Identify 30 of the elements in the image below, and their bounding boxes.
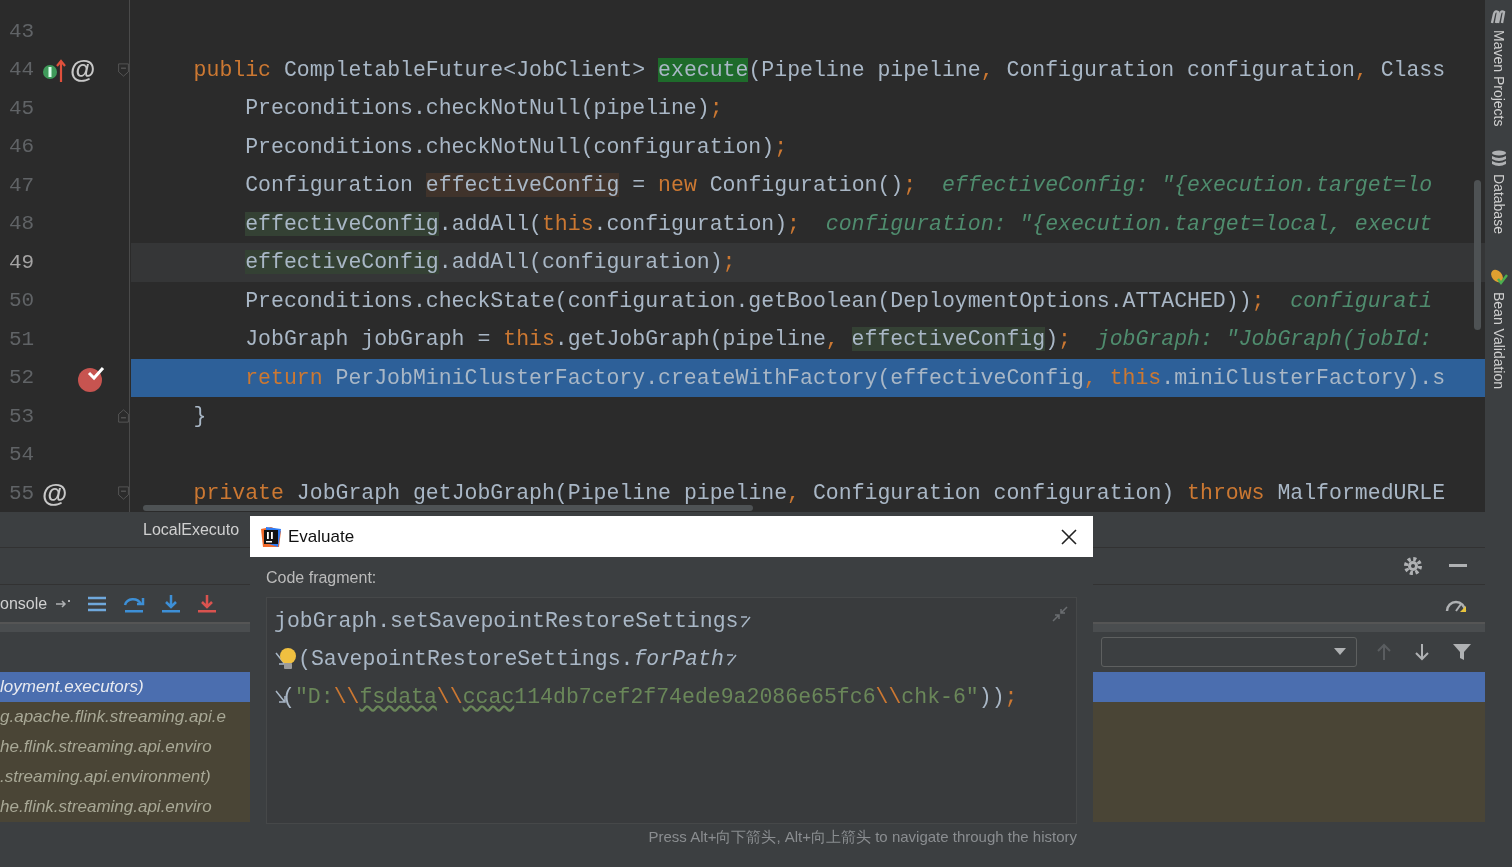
code-line: (SavepointRestoreSettings.forPath (298, 647, 724, 671)
line-number: 53 (8, 404, 36, 428)
field-label: Code fragment: (266, 569, 377, 587)
line-number: 55 (8, 481, 36, 505)
code-line: Preconditions.checkNotNull(pipeline); (245, 96, 723, 121)
code-line: private JobGraph getJobGraph(Pipeline pipeline, Configuration configuration) throws MalformedURLE (193, 481, 1446, 506)
code-line: public CompletableFuture<JobClient> execute(Pipeline pipeline, Configuration configuration, Class (193, 57, 1446, 82)
code-line: JobGraph jobGraph = this.getJobGraph(pipeline, effectiveConfig); jobGraph: "JobGraph(jobId: (245, 327, 1433, 352)
code-line: } (193, 404, 207, 429)
code-line: effectiveConfig.addAll(this.configuration); configuration: "{execution.target=local, execut (245, 211, 1433, 236)
line-number: 49 (8, 250, 36, 274)
line-number: 50 (8, 289, 36, 313)
line-number: 48 (8, 212, 36, 236)
dialog-title: Evaluate (288, 526, 355, 547)
line-number: 46 (8, 135, 36, 159)
code-line: effectiveConfig.addAll(configuration); (245, 250, 736, 275)
line-number: 44 (8, 58, 36, 82)
code-line: jobGraph.setSavepointRestoreSettings (274, 609, 739, 633)
line-number: 45 (8, 96, 36, 120)
line-number: 52 (8, 366, 36, 390)
line-number: 47 (8, 173, 36, 197)
code-line: return PerJobMiniClusterFactory.createWithFactory(effectiveConfig, this.miniClusterFactory).s (245, 365, 1446, 390)
code-line: Preconditions.checkState(configuration.getBoolean(DeploymentOptions.ATTACHED)); configurati (245, 288, 1433, 313)
code-line: Preconditions.checkNotNull(configuration); (245, 134, 788, 159)
line-number: 43 (8, 19, 36, 43)
line-number: 54 (8, 443, 36, 467)
code-line: Configuration effectiveConfig = new Configuration(); effectiveConfig: "{execution.target=lo (245, 173, 1433, 198)
line-number: 51 (8, 327, 36, 351)
history-hint: Press Alt+向下箭头, Alt+向上箭头 to navigate through the history (648, 828, 1077, 847)
code-line: ("D:\\fsdata\\ccac114db7cef2f74ede9a2086e65fc6\\chk-6")); (282, 685, 1018, 709)
